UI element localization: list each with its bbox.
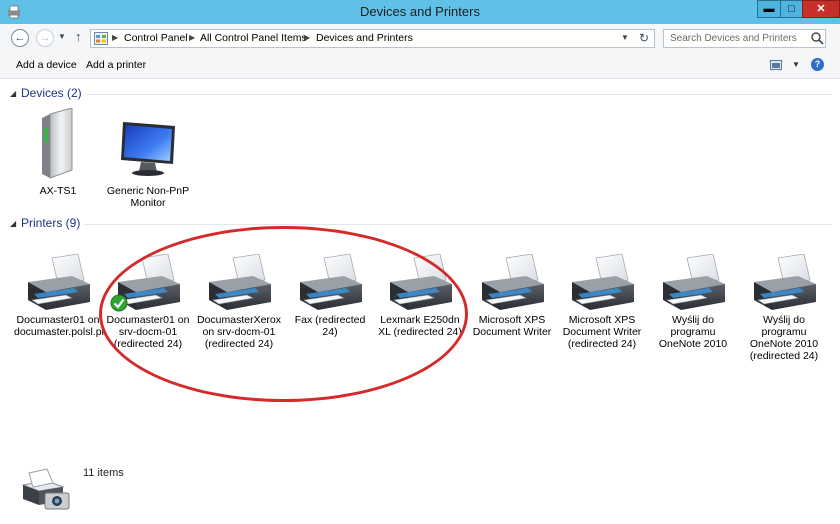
group-divider <box>86 94 832 95</box>
window-title: Devices and Printers <box>360 4 480 19</box>
up-arrow-icon[interactable]: ↑ <box>75 29 82 44</box>
navigation-bar: ← → ▼ ↑ ▶ Control Panel ▶ All Control Pa… <box>0 24 840 52</box>
search-input[interactable]: Search Devices and Printers <box>663 29 826 48</box>
item-count: 11 items <box>83 467 124 479</box>
command-bar: Add a device Add a printer ▼ ? <box>0 52 840 79</box>
printer-label: Microsoft XPS Document Writer (redirecte… <box>562 314 642 350</box>
add-device-button[interactable]: Add a device <box>16 59 77 71</box>
printer-item[interactable]: Documaster01 on srv-docm-01 (redirected … <box>104 248 192 368</box>
printer-item[interactable]: Microsoft XPS Document Writer (redirecte… <box>558 248 646 368</box>
device-item-generic-monitor[interactable]: Generic Non-PnP Monitor <box>104 108 192 209</box>
breadcrumb-separator-icon[interactable]: ▶ <box>304 33 310 42</box>
printer-label: DocumasterXerox on srv-docm-01 (redirect… <box>196 314 282 350</box>
printer-item[interactable]: Fax (redirected 24) <box>286 248 374 368</box>
search-placeholder: Search Devices and Printers <box>670 33 797 44</box>
printer-item[interactable]: Wyślij do programu OneNote 2010 <box>649 248 737 368</box>
printer-label: Documaster01 on srv-docm-01 (redirected … <box>106 314 190 350</box>
breadcrumb-devices-and-printers[interactable]: Devices and Printers <box>316 32 413 44</box>
printer-icon <box>482 254 544 310</box>
collapse-chevron-icon[interactable]: ◢ <box>10 219 16 228</box>
collapse-chevron-icon[interactable]: ◢ <box>10 89 16 98</box>
breadcrumb-separator-icon[interactable]: ▶ <box>112 33 118 42</box>
close-button[interactable]: ✕ <box>802 0 840 18</box>
printer-item[interactable]: Documaster01 on documaster.polsl.pl <box>14 248 104 368</box>
breadcrumb-all-control-panel-items[interactable]: All Control Panel Items <box>200 32 307 44</box>
computer-tower-icon <box>42 108 73 179</box>
printer-icon <box>754 254 816 310</box>
view-options-chevron-down-icon[interactable]: ▼ <box>792 60 800 69</box>
printer-item[interactable]: DocumasterXerox on srv-docm-01 (redirect… <box>195 248 283 368</box>
default-printer-check-icon <box>110 294 128 312</box>
device-label: Generic Non-PnP Monitor <box>106 185 190 209</box>
printers-group-header[interactable]: ◢ Printers (9) <box>0 216 832 232</box>
printer-label: Documaster01 on documaster.polsl.pl <box>14 314 104 338</box>
printer-item[interactable]: Microsoft XPS Document Writer <box>468 248 556 368</box>
printer-icon <box>663 254 725 310</box>
devices-and-printers-icon <box>21 468 70 510</box>
printer-item[interactable]: Lexmark E250dn XL (redirected 24) <box>376 248 464 368</box>
maximize-button[interactable]: □ <box>780 0 803 18</box>
recent-locations-chevron-down-icon[interactable]: ▼ <box>58 32 66 41</box>
back-arrow-icon[interactable]: ← <box>11 29 29 47</box>
forward-arrow-icon[interactable]: → <box>36 29 54 47</box>
control-panel-icon <box>94 32 108 45</box>
address-history-chevron-down-icon[interactable]: ▼ <box>621 33 629 42</box>
printer-item[interactable]: Wyślij do programu OneNote 2010 (redirec… <box>740 248 828 368</box>
breadcrumb-control-panel[interactable]: Control Panel <box>124 32 188 44</box>
printer-icon <box>300 254 362 310</box>
devices-group-header[interactable]: ◢ Devices (2) <box>0 86 832 102</box>
monitor-icon <box>121 122 175 176</box>
printer-label: Fax (redirected 24) <box>294 314 366 338</box>
device-label: AX-TS1 <box>39 185 77 197</box>
printers-group-label: Printers (9) <box>21 216 81 230</box>
devices-group-label: Devices (2) <box>21 86 82 100</box>
device-item-ax-ts1[interactable]: AX-TS1 <box>14 108 102 198</box>
minimize-button[interactable]: ▬ <box>757 0 781 18</box>
printer-label: Lexmark E250dn XL (redirected 24) <box>378 314 462 338</box>
search-icon[interactable] <box>810 31 824 45</box>
printer-label: Wyślij do programu OneNote 2010 <box>658 314 728 350</box>
printer-icon <box>209 254 271 310</box>
add-printer-button[interactable]: Add a printer <box>86 59 146 71</box>
refresh-icon[interactable]: ↻ <box>639 31 649 45</box>
change-view-icon[interactable] <box>770 60 782 70</box>
printer-label: Wyślij do programu OneNote 2010 (redirec… <box>749 314 819 362</box>
printer-label: Microsoft XPS Document Writer <box>472 314 552 338</box>
breadcrumb-separator-icon[interactable]: ▶ <box>189 33 195 42</box>
printer-icon <box>28 254 90 310</box>
printer-icon <box>572 254 634 310</box>
title-bar: Devices and Printers ▬ □ ✕ <box>0 0 840 24</box>
address-bar[interactable]: ▶ Control Panel ▶ All Control Panel Item… <box>90 29 655 48</box>
printer-icon <box>390 254 452 310</box>
help-icon[interactable]: ? <box>811 58 824 71</box>
group-divider <box>84 224 832 225</box>
